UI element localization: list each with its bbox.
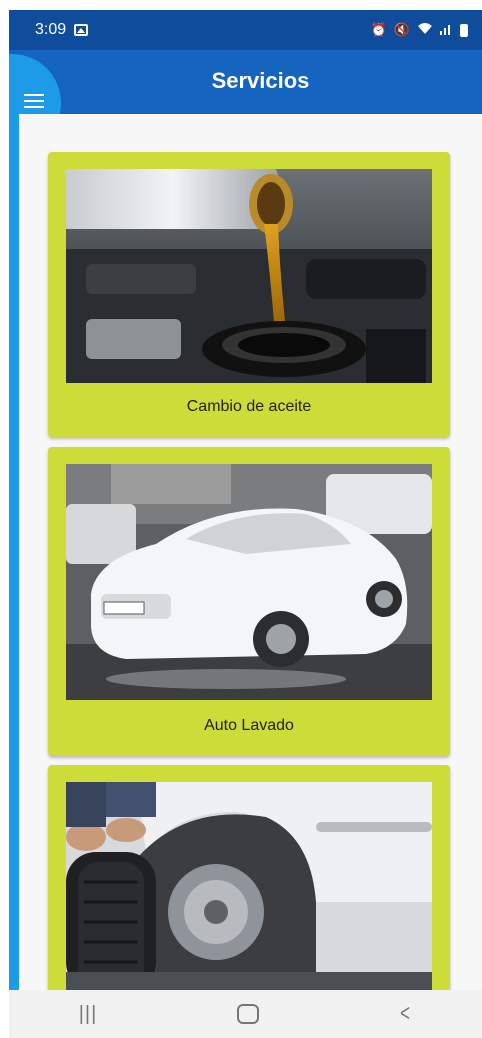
car-wash-photo: [66, 464, 432, 700]
system-nav-bar: ||| <: [9, 990, 482, 1038]
recents-icon[interactable]: |||: [79, 1003, 98, 1026]
status-icons: ⏰ 🔇: [371, 22, 468, 38]
service-label: Cambio de aceite: [186, 398, 312, 415]
wifi-icon: [417, 22, 433, 38]
services-list[interactable]: Cambio de aceite Auto Lavado: [19, 114, 482, 990]
service-card-tire[interactable]: [48, 765, 450, 990]
signal-icon: [440, 23, 453, 38]
app-bar: Servicios: [9, 50, 482, 114]
hamburger-menu-icon[interactable]: [24, 94, 44, 110]
side-rail: [9, 114, 19, 990]
service-card-oil-change[interactable]: Cambio de aceite: [48, 152, 450, 437]
alarm-icon: ⏰: [370, 22, 387, 37]
app-screen: 3:09 ⏰ 🔇 Servicios Cambio de aceite Auto…: [0, 0, 482, 1038]
battery-icon: [460, 23, 468, 37]
back-icon[interactable]: <: [400, 1000, 410, 1028]
status-time: 3:09: [35, 21, 67, 38]
service-label: Auto Lavado: [204, 717, 294, 734]
gallery-icon: [74, 24, 89, 36]
mute-icon: 🔇: [393, 22, 410, 37]
service-card-car-wash[interactable]: Auto Lavado: [48, 447, 450, 756]
status-bar: 3:09 ⏰ 🔇: [9, 10, 482, 50]
page-title: Servicios: [211, 68, 310, 93]
home-icon[interactable]: [236, 1004, 259, 1024]
oil-change-photo: [66, 169, 432, 383]
tire-change-photo: [66, 782, 432, 990]
